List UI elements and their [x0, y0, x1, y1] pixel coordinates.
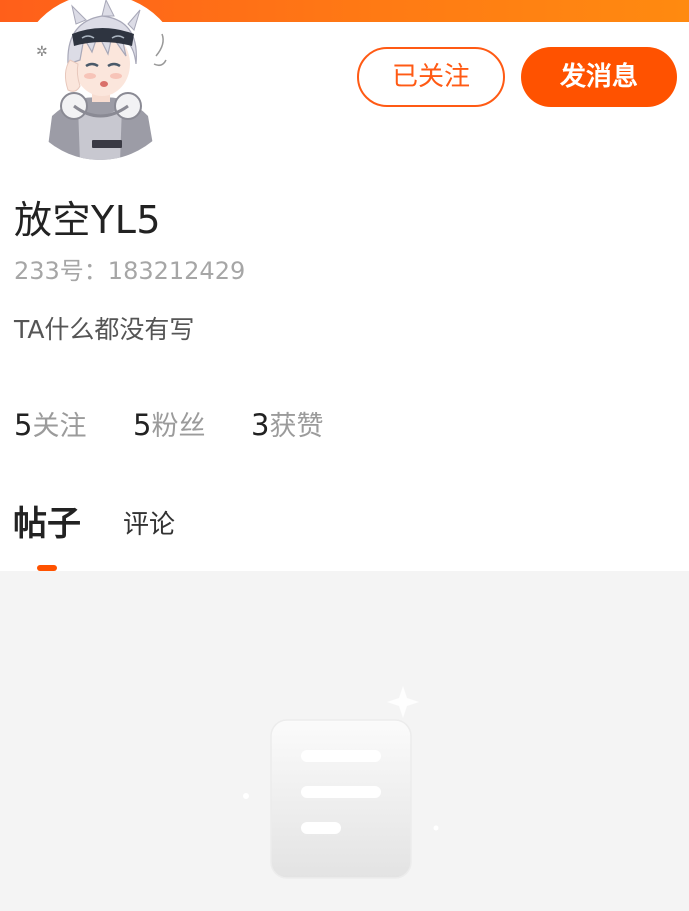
empty-document-icon: [243, 686, 439, 879]
tab-posts[interactable]: 帖子: [13, 502, 81, 546]
avatar[interactable]: ✲: [16, 0, 184, 162]
stat-followers[interactable]: 5粉丝: [133, 405, 205, 450]
user-id: 233号：183212429: [14, 257, 246, 285]
stat-likes[interactable]: 3获赞: [251, 405, 323, 450]
send-message-button[interactable]: 发消息: [521, 47, 677, 107]
user-bio: TA什么都没有写: [14, 315, 195, 344]
stat-following-count: 5: [14, 408, 33, 442]
username: 放空YL5: [14, 198, 162, 242]
stat-followers-label: 粉丝: [151, 411, 206, 442]
stat-following[interactable]: 5关注: [14, 405, 86, 450]
stat-likes-label: 获赞: [269, 411, 324, 442]
stat-followers-count: 5: [133, 408, 152, 442]
stat-following-label: 关注: [32, 411, 87, 442]
following-button[interactable]: 已关注: [357, 47, 505, 107]
tab-comments[interactable]: 评论: [123, 507, 175, 543]
anime-avatar-icon: ✲: [18, 0, 182, 160]
stat-likes-count: 3: [251, 408, 270, 442]
svg-text:✲: ✲: [36, 44, 48, 60]
